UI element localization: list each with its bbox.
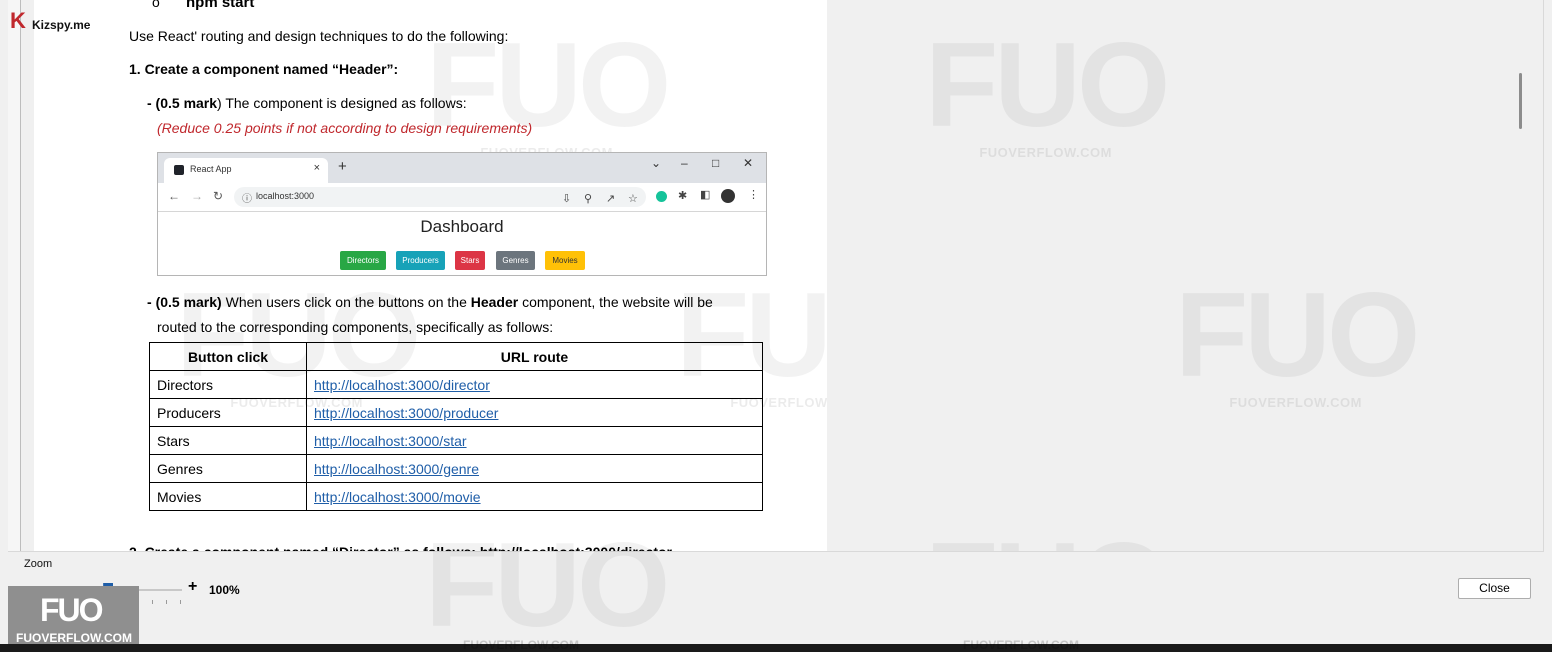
mock-forward-icon: → [191,189,203,203]
button-cell: Genres [149,454,307,483]
mock-button-directors: Directors [340,251,386,270]
mock-share-icon: ↗ [606,193,616,205]
column-header: Button click [149,342,307,371]
mock-tab: React App × [164,158,328,183]
table-row: Stars http://localhost:3000/star [149,426,763,455]
route-link[interactable]: http://localhost:3000/genre [314,461,479,477]
route-link[interactable]: http://localhost:3000/star [314,433,467,449]
mock-button-producers: Producers [396,251,445,270]
route-link[interactable]: http://localhost:3000/producer [314,405,498,421]
watermark-text: FUOVERFLOW.COM [463,638,579,652]
item-1-mark: 0.5 mark [160,95,218,111]
mock-zoom-icon: ⚲ [584,193,593,205]
close-button[interactable]: Close [1458,578,1531,599]
mock-url-box: ⓘ localhost:3000 ⇩ ⚲ ↗ ☆ [234,187,646,207]
zoom-toolbar [8,551,1544,645]
item-1-dash: - ( [147,95,161,111]
mock-install-icon: ⇩ [562,193,572,205]
item-2-bold: Header [470,294,519,310]
kizspy-logo-icon: K [10,8,26,33]
mock-grammarly-icon [656,191,667,202]
watermark-text: FUOVERFLOW.COM [963,638,1079,652]
table-header-row: Button click URL route [149,342,763,371]
mock-star-icon: ☆ [628,193,638,205]
route-link[interactable]: http://localhost:3000/director [314,377,490,393]
npm-command: npm start [186,0,255,11]
vertical-scrollbar[interactable] [1514,0,1530,551]
mock-avatar [721,189,735,203]
table-row: Genres http://localhost:3000/genre [149,454,763,483]
section-1-title: 1. Create a component named “Header”: [129,61,399,77]
fuoverflow-badge: FUO FUOVERFLOW.COM [8,586,139,645]
table-row: Movies http://localhost:3000/movie [149,482,763,511]
left-edge [0,0,8,644]
mock-sidepanel-icon: ◧ [700,189,711,201]
mock-new-tab-icon: + [338,158,347,175]
header-design-screenshot: React App × + ⌄ – □ ✕ ← → ↻ ⓘ localhost:… [157,152,767,276]
watermark: FUOFUOVERFLOW.COM [426,18,671,160]
mock-tab-bar: React App × + ⌄ – □ ✕ [158,153,766,183]
zoom-label: Zoom [24,558,53,570]
button-cell: Directors [149,370,307,399]
item-2-dash: - [147,294,156,310]
item-1: - (0.5 mark) The component is designed a… [147,95,467,111]
mock-back-icon: ← [168,189,180,203]
react-favicon-icon [174,165,184,175]
zoom-in-button[interactable]: + [188,578,197,596]
item-1-note: (Reduce 0.25 points if not according to … [157,120,533,136]
item-2-mark: (0.5 mark) [155,294,222,310]
mock-dashboard-heading: Dashboard [420,217,504,236]
intro-text: Use React' routing and design techniques… [129,28,509,44]
route-link[interactable]: http://localhost:3000/movie [314,489,481,505]
mock-chevron-down-icon: ⌄ [651,156,662,170]
table-row: Directors http://localhost:3000/director [149,370,763,399]
mock-tab-title: React App [190,164,232,174]
mock-button-movies: Movies [545,251,585,270]
mock-menu-icon: ⋮ [748,189,759,201]
mock-info-icon: ⓘ [242,194,252,205]
mock-minimize-icon: – [681,156,688,170]
mock-url-text: localhost:3000 [256,191,315,201]
section-2-cutoff: 2. Create a component named “Director” a… [129,544,672,551]
routes-table: Button click URL route Directors http://l… [149,342,763,511]
kizspy-logo-text: Kizspy.me [32,18,91,32]
list-bullet: o [152,0,160,10]
left-page-strip [8,0,21,551]
button-cell: Producers [149,398,307,427]
item-2-text-a: When users click on the buttons on the [221,294,471,310]
mock-maximize-icon: □ [712,156,720,170]
right-divider [1543,0,1544,644]
table-row: Producers http://localhost:3000/producer [149,398,763,427]
item-2-line2: routed to the corresponding components, … [157,319,554,335]
mock-button-stars: Stars [455,251,485,270]
button-cell: Movies [149,482,307,511]
mock-address-bar: ← → ↻ ⓘ localhost:3000 ⇩ ⚲ ↗ ☆ ✱ ◧ ⋮ [158,183,766,212]
fuo-site-text: FUOVERFLOW.COM [16,631,132,645]
scrollbar-thumb[interactable] [1519,73,1522,129]
mock-extensions-icon: ✱ [678,190,688,202]
fuo-logo-text: FUO [40,592,104,628]
bottom-strip [0,644,1552,652]
mock-button-genres: Genres [496,251,535,270]
button-cell: Stars [149,426,307,455]
item-2: - (0.5 mark) When users click on the but… [147,294,713,310]
item-1-text: ) The component is designed as follows: [217,95,467,111]
mock-tab-close-icon: × [313,162,320,174]
item-2-text-b: component, the website will be [518,294,713,310]
mock-close-window-icon: ✕ [743,156,754,170]
column-header: URL route [306,342,763,371]
mock-reload-icon: ↻ [213,189,224,203]
zoom-value: 100% [209,583,240,597]
